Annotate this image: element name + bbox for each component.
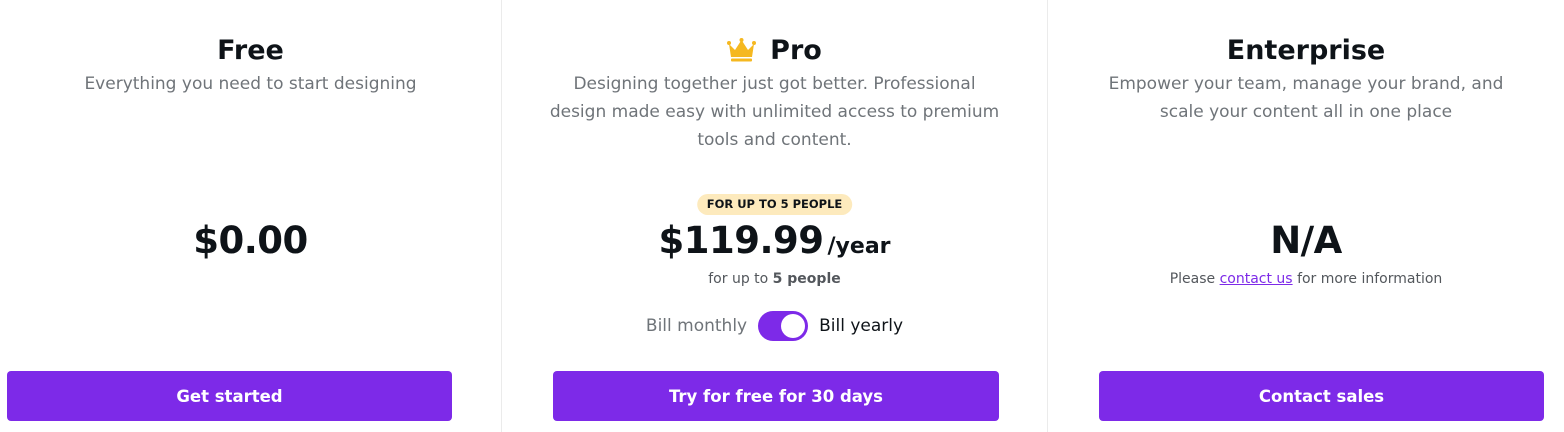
plan-description: Empower your team, manage your brand, an…	[1108, 74, 1504, 122]
price-note-people: 5 people	[772, 271, 841, 287]
try-free-button[interactable]: Try for free for 30 days	[553, 371, 999, 421]
team-size-badge: FOR UP TO 5 PEOPLE	[696, 194, 853, 215]
plan-title-text: Enterprise	[1226, 35, 1386, 66]
contact-us-link[interactable]: contact us	[1220, 271, 1293, 287]
price-note: Please contact us for more information	[1048, 269, 1564, 289]
get-started-button[interactable]: Get started	[7, 371, 452, 421]
billing-period-switch: Bill monthly Bill yearly	[502, 310, 1047, 342]
plan-title: Enterprise	[1048, 31, 1564, 71]
crown-icon	[727, 34, 757, 74]
plan-price: N/A	[1048, 217, 1564, 265]
pricing-plans: Free Everything you need to start design…	[0, 0, 1564, 432]
price-note-prefix: Please	[1169, 271, 1216, 287]
plan-description: Everything you need to start designing	[84, 74, 417, 94]
bill-monthly-label[interactable]: Bill monthly	[646, 316, 747, 336]
price-amount: N/A	[1270, 219, 1342, 262]
contact-sales-button[interactable]: Contact sales	[1099, 371, 1544, 421]
price-note-suffix: for more information	[1297, 271, 1443, 287]
price-note-prefix: for up to	[708, 271, 769, 287]
plan-title: Free	[0, 31, 501, 71]
price-amount: $119.99	[658, 219, 824, 262]
plan-free: Free Everything you need to start design…	[0, 0, 501, 432]
price-note: for up to 5 people	[502, 269, 1047, 289]
plan-description: Designing together just got better. Prof…	[549, 74, 1000, 150]
plan-price: $0.00	[0, 217, 501, 265]
bill-yearly-label[interactable]: Bill yearly	[819, 316, 903, 336]
toggle-knob	[781, 314, 806, 338]
plan-price: $119.99/year	[502, 217, 1047, 271]
price-amount: $0.00	[193, 219, 308, 262]
billing-toggle[interactable]	[758, 311, 809, 341]
plan-title: Pro	[502, 31, 1047, 74]
plan-enterprise: Enterprise Empower your team, manage you…	[1048, 0, 1564, 432]
price-period: /year	[827, 234, 891, 259]
plan-pro: Pro Designing together just got better. …	[501, 0, 1048, 432]
plan-title-text: Pro	[770, 35, 822, 66]
plan-title-text: Free	[217, 35, 284, 66]
